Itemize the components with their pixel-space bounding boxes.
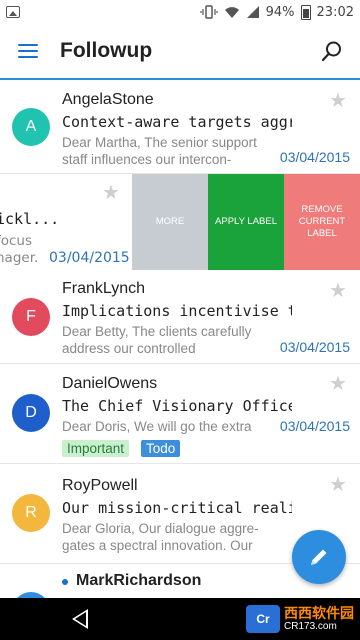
vibrate-icon — [200, 5, 218, 19]
status-bar: 94% 23:02 — [0, 0, 360, 24]
email-date: 03/04/2015 — [49, 250, 130, 266]
email-subject: Context-aware targets aggr... — [62, 113, 292, 131]
email-row[interactable]: F FrankLynch ★ Implications incentivise … — [0, 270, 360, 364]
email-subject: ickl... — [0, 210, 60, 228]
email-list: A AngelaStone ★ Context-aware targets ag… — [0, 82, 360, 598]
email-preview-line2: nager. — [0, 250, 39, 266]
email-sender: DanielOwens — [62, 375, 158, 392]
system-navigation-bar: Cr 西西软件园 CR173.com — [0, 598, 360, 640]
star-icon[interactable]: ★ — [328, 90, 348, 110]
email-preview-line1: Dear Gloria, Our dialogue aggre- — [62, 521, 259, 536]
swiped-email-row[interactable]: ★ ickl... focus nager. 03/04/2015 MORE A… — [0, 174, 360, 270]
email-date: 03/04/2015 — [279, 418, 350, 434]
more-button[interactable]: MORE — [132, 174, 208, 270]
avatar: D — [12, 394, 50, 432]
remove-label-button[interactable]: REMOVE CURRENT LABEL — [284, 174, 360, 270]
menu-button[interactable] — [0, 23, 56, 79]
email-date: 03/04/2015 — [279, 149, 350, 165]
battery-percent: 94% — [265, 4, 295, 20]
search-button[interactable] — [304, 23, 360, 79]
email-sender: MarkRichardson — [76, 572, 202, 589]
watermark-url: CR173.com — [284, 621, 337, 632]
email-preview-line2: staff influences our intercon- — [62, 152, 232, 167]
swiped-email-content[interactable]: ★ ickl... focus nager. 03/04/2015 — [0, 174, 132, 270]
watermark-logo: Cr — [246, 605, 280, 633]
avatar: A — [12, 108, 50, 146]
avatar: R — [12, 494, 50, 532]
email-subject: Implications incentivise the... — [62, 302, 292, 320]
pencil-icon — [311, 549, 327, 565]
star-icon[interactable]: ★ — [328, 373, 348, 393]
hamburger-icon — [18, 44, 38, 58]
search-icon — [321, 41, 341, 62]
clock: 23:02 — [316, 4, 354, 20]
back-icon[interactable] — [72, 609, 88, 629]
email-preview-line1: focus — [0, 233, 33, 249]
email-date: 03/04/2015 — [279, 339, 350, 355]
email-preview-line1: Dear Betty, The clients carefully — [62, 324, 252, 339]
image-notification-icon — [6, 6, 20, 18]
app-bar: Followup — [0, 24, 360, 80]
email-row[interactable]: A AngelaStone ★ Context-aware targets ag… — [0, 82, 360, 174]
star-icon[interactable]: ★ — [328, 280, 348, 300]
star-icon[interactable]: ★ — [328, 474, 348, 494]
label-important[interactable]: Important — [62, 440, 130, 457]
compose-button[interactable] — [292, 530, 346, 584]
email-row[interactable]: D DanielOwens ★ The Chief Visionary Offi… — [0, 364, 360, 464]
email-subject: Our mission-critical realignm... — [62, 499, 292, 517]
email-preview-line2: gates a spectral innovation. Our — [62, 538, 253, 553]
avatar: F — [12, 298, 50, 336]
email-preview-line1: Dear Doris, We will go the extra — [62, 419, 252, 434]
email-sender: RoyPowell — [62, 477, 138, 494]
signal-icon — [246, 6, 259, 18]
page-title: Followup — [60, 39, 153, 62]
label-todo[interactable]: Todo — [141, 440, 181, 457]
apply-label-button[interactable]: APPLY LABEL — [208, 174, 284, 270]
email-sender: AngelaStone — [62, 91, 154, 108]
watermark-text: 西西软件园 — [284, 605, 354, 621]
email-sender: FrankLynch — [62, 280, 145, 297]
unread-dot — [62, 579, 68, 585]
wifi-icon — [224, 7, 239, 18]
email-subject: The Chief Visionary Officer... — [62, 397, 292, 415]
email-preview-line1: Dear Martha, The senior support — [62, 135, 257, 150]
battery-icon — [300, 4, 311, 20]
star-icon[interactable]: ★ — [102, 180, 120, 204]
watermark: Cr 西西软件园 CR173.com — [246, 602, 354, 636]
email-preview-line2: address our controlled — [62, 341, 196, 356]
